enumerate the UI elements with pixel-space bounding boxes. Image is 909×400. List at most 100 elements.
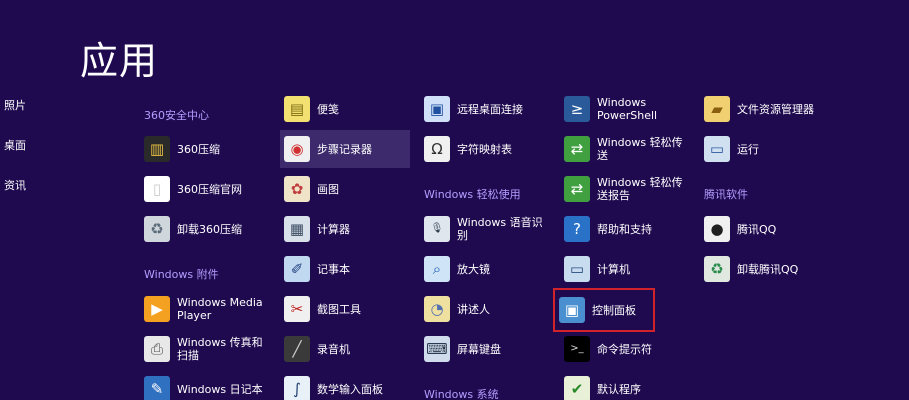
- app-tile-character-map[interactable]: Ω 字符映射表: [420, 130, 550, 168]
- trash-icon: ♻: [144, 216, 170, 242]
- app-tile-powershell[interactable]: ≥ Windows PowerShell: [560, 90, 690, 128]
- app-tile-computer[interactable]: ▭ 计算机: [560, 250, 690, 288]
- app-label: 命令提示符: [597, 342, 652, 356]
- app-tile-keyboard[interactable]: ⌨ 屏幕键盘: [420, 330, 550, 368]
- app-tile-fax[interactable]: ⎙ Windows 传真和 扫描: [140, 330, 270, 368]
- app-label: 录音机: [317, 342, 350, 356]
- app-tile-easy-transfer-report[interactable]: ⇄ Windows 轻松传 送报告: [560, 170, 690, 208]
- character-map-icon: Ω: [424, 136, 450, 162]
- app-tile-easy-transfer[interactable]: ⇄ Windows 轻松传 送: [560, 130, 690, 168]
- help-icon: ?: [564, 216, 590, 242]
- app-tile-help[interactable]: ? 帮助和支持: [560, 210, 690, 248]
- app-label: 文件资源管理器: [737, 102, 814, 116]
- control-panel-icon: ▣: [559, 297, 585, 323]
- document-icon: ▯: [144, 176, 170, 202]
- app-tile-calculator[interactable]: ▦ 计算器: [280, 210, 410, 248]
- app-label: 控制面板: [592, 303, 636, 317]
- app-tile-microphone[interactable]: ╱ 录音机: [280, 330, 410, 368]
- app-label: Windows 语音识 别: [457, 216, 543, 242]
- app-tile-control-panel[interactable]: ▣ 控制面板: [553, 288, 655, 332]
- app-label: 运行: [737, 142, 759, 156]
- app-label: 讲述人: [457, 302, 490, 316]
- snipping-tool-icon: ✂: [284, 296, 310, 322]
- app-label: 默认程序: [597, 382, 641, 396]
- notepad-icon: ✐: [284, 256, 310, 282]
- app-tile-journal[interactable]: ✎ Windows 日记本: [140, 370, 270, 400]
- app-tile-remote-desktop[interactable]: ▣ 远程桌面连接: [420, 90, 550, 128]
- microphone-icon: ╱: [284, 336, 310, 362]
- computer-icon: ▭: [564, 256, 590, 282]
- app-label: 屏幕键盘: [457, 342, 501, 356]
- app-label: 字符映射表: [457, 142, 512, 156]
- app-tile-math-input[interactable]: ∫ 数学输入面板: [280, 370, 410, 400]
- app-label: 记事本: [317, 262, 350, 276]
- app-tile-media-player[interactable]: ▶ Windows Media Player: [140, 290, 270, 328]
- sidebar-item-news[interactable]: 资讯: [4, 177, 26, 193]
- app-tile-snipping-tool[interactable]: ✂ 截图工具: [280, 290, 410, 328]
- fax-icon: ⎙: [144, 336, 170, 362]
- easy-transfer-report-icon: ⇄: [564, 176, 590, 202]
- app-label: 360压缩: [177, 142, 220, 156]
- app-label: Windows Media Player: [177, 296, 263, 322]
- app-label: 放大镜: [457, 262, 490, 276]
- sidebar-item-desktop[interactable]: 桌面: [4, 137, 26, 153]
- paint-icon: ✿: [284, 176, 310, 202]
- media-player-icon: ▶: [144, 296, 170, 322]
- app-tile-speech-recognition[interactable]: 🎙 Windows 语音识 别: [420, 210, 550, 248]
- app-label: Windows 传真和 扫描: [177, 336, 263, 362]
- app-tile-paint[interactable]: ✿ 画图: [280, 170, 410, 208]
- journal-icon: ✎: [144, 376, 170, 400]
- calculator-icon: ▦: [284, 216, 310, 242]
- app-label: 画图: [317, 182, 339, 196]
- app-tile-books[interactable]: ▥ 360压缩: [140, 130, 270, 168]
- group-header-ease-of-access: Windows 轻松使用: [424, 188, 521, 201]
- app-tile-document[interactable]: ▯ 360压缩官网: [140, 170, 270, 208]
- app-label: Windows 轻松传 送报告: [597, 176, 683, 202]
- app-tile-sticky-note[interactable]: ▤ 便笺: [280, 90, 410, 128]
- app-label: 计算器: [317, 222, 350, 236]
- sticky-note-icon: ▤: [284, 96, 310, 122]
- app-tile-trash[interactable]: ♻ 卸载360压缩: [140, 210, 270, 248]
- app-tile-recycle-bin[interactable]: ♻ 卸载腾讯QQ: [700, 250, 830, 288]
- start-apps-screen: 应用 照片 桌面 资讯 360安全中心 Windows 附件 Windows 轻…: [0, 0, 909, 400]
- app-tile-notepad[interactable]: ✐ 记事本: [280, 250, 410, 288]
- app-label: Windows 日记本: [177, 382, 263, 396]
- app-label: 腾讯QQ: [737, 222, 777, 236]
- command-prompt-icon: >_: [564, 336, 590, 362]
- group-header-system: Windows 系统: [424, 388, 499, 400]
- app-label: 帮助和支持: [597, 222, 652, 236]
- app-label: 便笺: [317, 102, 339, 116]
- app-label: 卸载360压缩: [177, 222, 242, 236]
- group-header-360: 360安全中心: [144, 109, 209, 122]
- app-label: 步骤记录器: [317, 142, 372, 156]
- sidebar-item-photos[interactable]: 照片: [4, 97, 26, 113]
- app-label: 远程桌面连接: [457, 102, 523, 116]
- app-label: Windows 轻松传 送: [597, 136, 683, 162]
- books-icon: ▥: [144, 136, 170, 162]
- page-title: 应用: [80, 39, 159, 83]
- app-label: 数学输入面板: [317, 382, 383, 396]
- app-label: 卸载腾讯QQ: [737, 262, 799, 276]
- app-tile-file-explorer[interactable]: ▰ 文件资源管理器: [700, 90, 830, 128]
- app-tile-narrator[interactable]: ◔ 讲述人: [420, 290, 550, 328]
- magnifier-icon: ⌕: [424, 256, 450, 282]
- app-tile-qq-penguin[interactable]: ● 腾讯QQ: [700, 210, 830, 248]
- default-programs-icon: ✔: [564, 376, 590, 400]
- keyboard-icon: ⌨: [424, 336, 450, 362]
- app-label: 截图工具: [317, 302, 361, 316]
- app-tile-steps-recorder[interactable]: ◉ 步骤记录器: [280, 130, 410, 168]
- group-header-accessories: Windows 附件: [144, 268, 219, 281]
- app-tile-command-prompt[interactable]: >_ 命令提示符: [560, 330, 690, 368]
- app-label: 360压缩官网: [177, 182, 242, 196]
- group-header-tencent: 腾讯软件: [704, 188, 748, 201]
- speech-recognition-icon: 🎙: [424, 216, 450, 242]
- app-tile-magnifier[interactable]: ⌕ 放大镜: [420, 250, 550, 288]
- easy-transfer-icon: ⇄: [564, 136, 590, 162]
- remote-desktop-icon: ▣: [424, 96, 450, 122]
- narrator-icon: ◔: [424, 296, 450, 322]
- app-tile-run[interactable]: ▭ 运行: [700, 130, 830, 168]
- app-label: 计算机: [597, 262, 630, 276]
- recycle-bin-icon: ♻: [704, 256, 730, 282]
- app-tile-default-programs[interactable]: ✔ 默认程序: [560, 370, 690, 400]
- powershell-icon: ≥: [564, 96, 590, 122]
